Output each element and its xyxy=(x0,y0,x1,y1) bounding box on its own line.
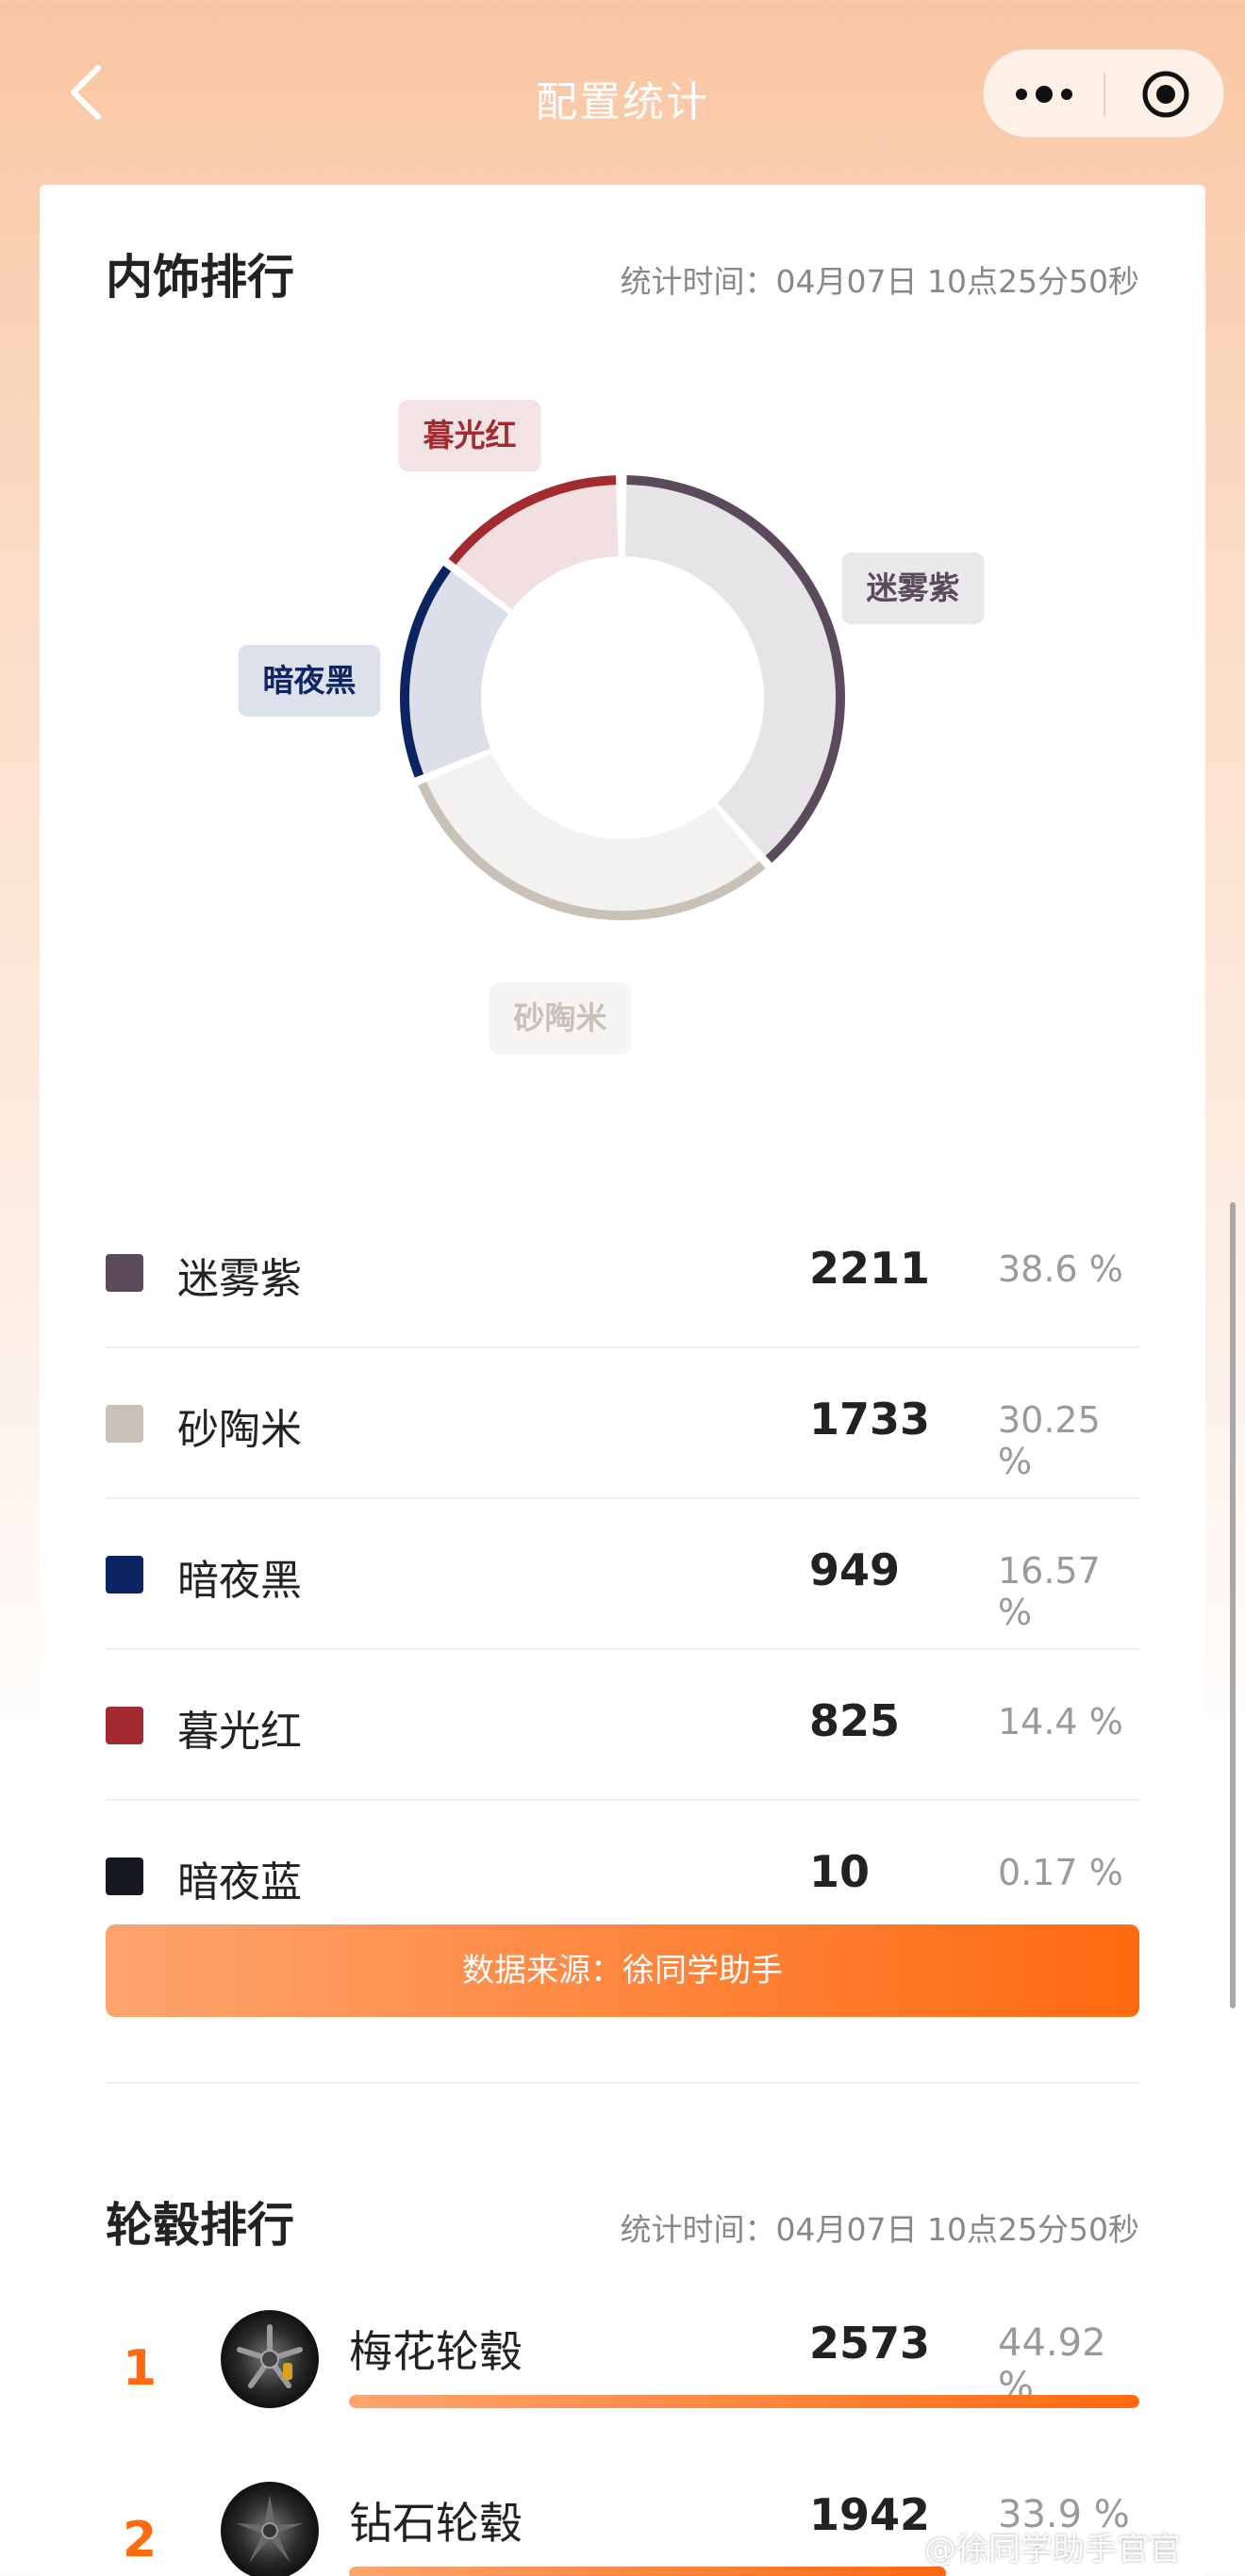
more-button[interactable] xyxy=(984,50,1104,139)
legend-name: 暗夜黑 xyxy=(177,1557,302,1605)
legend-name: 暗夜蓝 xyxy=(177,1858,302,1907)
wheel-name: 钻石轮毂 xyxy=(349,2498,523,2549)
more-dots-icon xyxy=(1015,86,1072,103)
interior-donut-chart xyxy=(400,475,845,920)
color-swatch xyxy=(106,1858,143,1895)
legend-percent: 14.4 % xyxy=(998,1701,1123,1742)
mini-program-capsule xyxy=(983,49,1224,138)
nav-bar: 配置统计 xyxy=(0,0,1245,185)
legend-name: 暮光红 xyxy=(177,1708,302,1756)
legend-count: 2211 xyxy=(809,1243,931,1294)
rank-number: 1 xyxy=(123,2340,158,2397)
donut-slice xyxy=(624,475,845,863)
legend-percent: 0.17 % xyxy=(998,1852,1123,1893)
chart-tag-sand-beige: 砂陶米 xyxy=(489,983,632,1054)
wheel-name: 梅花轮毂 xyxy=(349,2326,523,2377)
legend-row: 迷雾紫 2211 38.6 % xyxy=(106,1197,1139,1348)
wheel-progress-fill xyxy=(349,2567,946,2576)
color-swatch xyxy=(106,1254,143,1292)
wheel-progress-fill xyxy=(349,2395,1139,2408)
rank-number: 2 xyxy=(123,2512,158,2568)
donut-slice xyxy=(418,753,766,920)
legend-count: 10 xyxy=(809,1846,871,1897)
watermark: @徐同学助手官官 xyxy=(924,2531,1181,2568)
stats-card: 内饰排行 统计时间：04月07日 10点25分50秒 迷雾紫 砂陶米 暗夜黑 暮… xyxy=(40,185,1205,2576)
legend-percent: 38.6 % xyxy=(998,1248,1123,1290)
legend-percent: 16.57 % xyxy=(998,1550,1101,1633)
chart-tag-twilight-red: 暮光红 xyxy=(398,400,541,471)
close-button[interactable] xyxy=(1105,50,1225,139)
wheel-stats-time: 统计时间：04月07日 10点25分50秒 xyxy=(620,2211,1139,2248)
legend-name: 砂陶米 xyxy=(177,1406,302,1454)
scrollbar[interactable] xyxy=(1230,1202,1236,2008)
wheel-row: 1 梅花轮毂 2573 44.92 % xyxy=(106,2310,1139,2484)
color-swatch xyxy=(106,1405,143,1443)
chart-tag-night-black: 暗夜黑 xyxy=(238,645,381,717)
legend-count: 949 xyxy=(809,1544,901,1595)
legend-row: 暗夜黑 949 16.57 % xyxy=(106,1499,1139,1650)
color-swatch xyxy=(106,1707,143,1744)
wheel-section-title: 轮毂排行 xyxy=(106,2198,294,2253)
wheel-progress-bar xyxy=(349,2395,1139,2408)
legend-row: 暮光红 825 14.4 % xyxy=(106,1650,1139,1801)
wheel-icon xyxy=(221,2310,319,2408)
wheel-count: 1942 xyxy=(809,2489,931,2540)
wheel-count: 2573 xyxy=(809,2318,931,2369)
target-close-icon xyxy=(1142,71,1188,118)
wheel-icon xyxy=(221,2482,319,2576)
legend-percent: 30.25 % xyxy=(998,1399,1101,1482)
donut-slice xyxy=(400,565,509,778)
legend-row: 砂陶米 1733 30.25 % xyxy=(106,1348,1139,1499)
section-divider xyxy=(106,2082,1139,2084)
legend-name: 迷雾紫 xyxy=(177,1255,302,1303)
data-source-button[interactable]: 数据来源：徐同学助手 xyxy=(106,1924,1139,2017)
legend-count: 825 xyxy=(809,1695,901,1746)
color-swatch xyxy=(106,1556,143,1593)
legend-count: 1733 xyxy=(809,1394,931,1445)
chart-tag-misty-purple: 迷雾紫 xyxy=(841,553,985,624)
